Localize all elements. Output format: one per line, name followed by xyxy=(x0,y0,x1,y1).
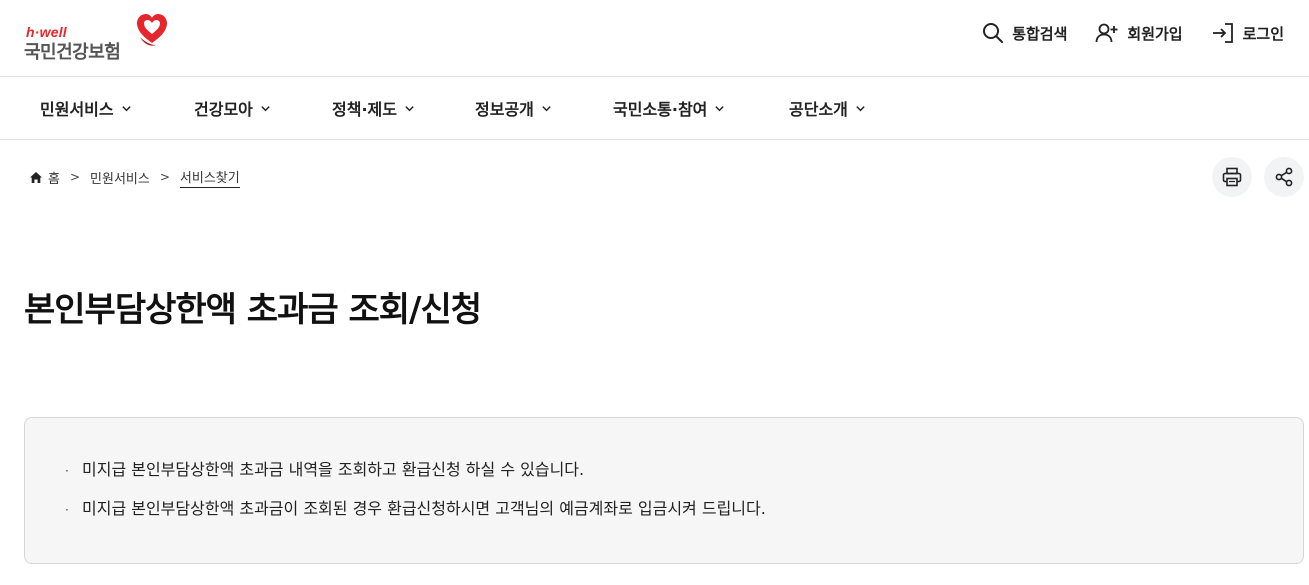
info-item-text: 미지급 본인부담상한액 초과금이 조회된 경우 환급신청하시면 고객님의 예금계… xyxy=(82,499,766,518)
search-label: 통합검색 xyxy=(1012,24,1068,43)
nav-item-about[interactable]: 공단소개 xyxy=(789,77,866,139)
nav-item-label: 민원서비스 xyxy=(40,100,114,119)
nav-item-label: 정책·제도 xyxy=(332,100,397,119)
share-button[interactable] xyxy=(1264,157,1304,197)
breadcrumb-level1[interactable]: 민원서비스 xyxy=(90,168,150,187)
header-utilities: 통합검색 회원가입 로그인 xyxy=(982,20,1284,46)
signup-label: 회원가입 xyxy=(1127,24,1183,43)
info-item-text: 미지급 본인부담상한액 초과금 내역을 조회하고 환급신청 하실 수 있습니다. xyxy=(82,460,585,479)
breadcrumb: 홈 > 민원서비스 > 서비스찾기 xyxy=(29,166,240,188)
chevron-down-icon xyxy=(121,105,131,111)
nav-item-label: 공단소개 xyxy=(789,100,848,119)
home-icon xyxy=(30,171,42,183)
login-icon xyxy=(1212,23,1233,43)
nav-item-health[interactable]: 건강모아 xyxy=(194,77,271,139)
info-box: · 미지급 본인부담상한액 초과금 내역을 조회하고 환급신청 하실 수 있습니… xyxy=(24,417,1304,564)
chevron-down-icon xyxy=(261,105,270,111)
signup-link[interactable]: 회원가입 xyxy=(1095,20,1183,46)
chevron-down-icon xyxy=(715,105,725,111)
heart-logo-icon xyxy=(137,14,167,46)
main-navigation: 민원서비스 건강모아 정책·제도 정보공개 국민소통·참여 공단소개 xyxy=(0,77,1309,140)
site-logo[interactable]: h·well 국민건강보험 xyxy=(24,12,174,68)
bullet-icon: · xyxy=(65,464,69,478)
info-item: · 미지급 본인부담상한액 초과금이 조회된 경우 환급신청하시면 고객님의 예… xyxy=(65,499,1263,520)
login-link[interactable]: 로그인 xyxy=(1211,20,1284,46)
chevron-right-icon: > xyxy=(159,170,170,184)
breadcrumb-home[interactable]: 홈 xyxy=(29,168,60,187)
user-add-icon xyxy=(1095,23,1118,43)
chevron-down-icon xyxy=(856,105,865,111)
nav-item-label: 건강모아 xyxy=(194,100,253,119)
nav-item-label: 정보공개 xyxy=(475,100,534,119)
nav-item-civil-service[interactable]: 민원서비스 xyxy=(40,77,132,139)
chevron-right-icon: > xyxy=(69,170,81,184)
breadcrumb-home-label: 홈 xyxy=(48,171,60,187)
print-icon xyxy=(1222,167,1242,187)
nav-item-policy[interactable]: 정책·제도 xyxy=(332,77,415,139)
search-link[interactable]: 통합검색 xyxy=(982,20,1067,46)
bullet-icon: · xyxy=(65,503,69,517)
login-label: 로그인 xyxy=(1242,24,1284,43)
share-icon xyxy=(1275,167,1293,187)
search-icon xyxy=(983,23,1004,43)
nav-item-label: 국민소통·참여 xyxy=(613,100,708,119)
nav-item-disclosure[interactable]: 정보공개 xyxy=(475,77,552,139)
print-button[interactable] xyxy=(1212,157,1252,197)
site-header: h·well 국민건강보험 통합검색 회원가입 로그인 xyxy=(0,0,1309,77)
logo-name: 국민건강보험 xyxy=(24,42,121,63)
nav-item-participation[interactable]: 국민소통·참여 xyxy=(613,77,725,139)
info-item: · 미지급 본인부담상한액 초과금 내역을 조회하고 환급신청 하실 수 있습니… xyxy=(65,460,1263,481)
breadcrumb-current[interactable]: 서비스찾기 xyxy=(179,167,240,188)
chevron-down-icon xyxy=(405,105,414,111)
chevron-down-icon xyxy=(542,105,551,111)
page-title: 본인부담상한액 초과금 조회/신청 xyxy=(24,290,482,330)
